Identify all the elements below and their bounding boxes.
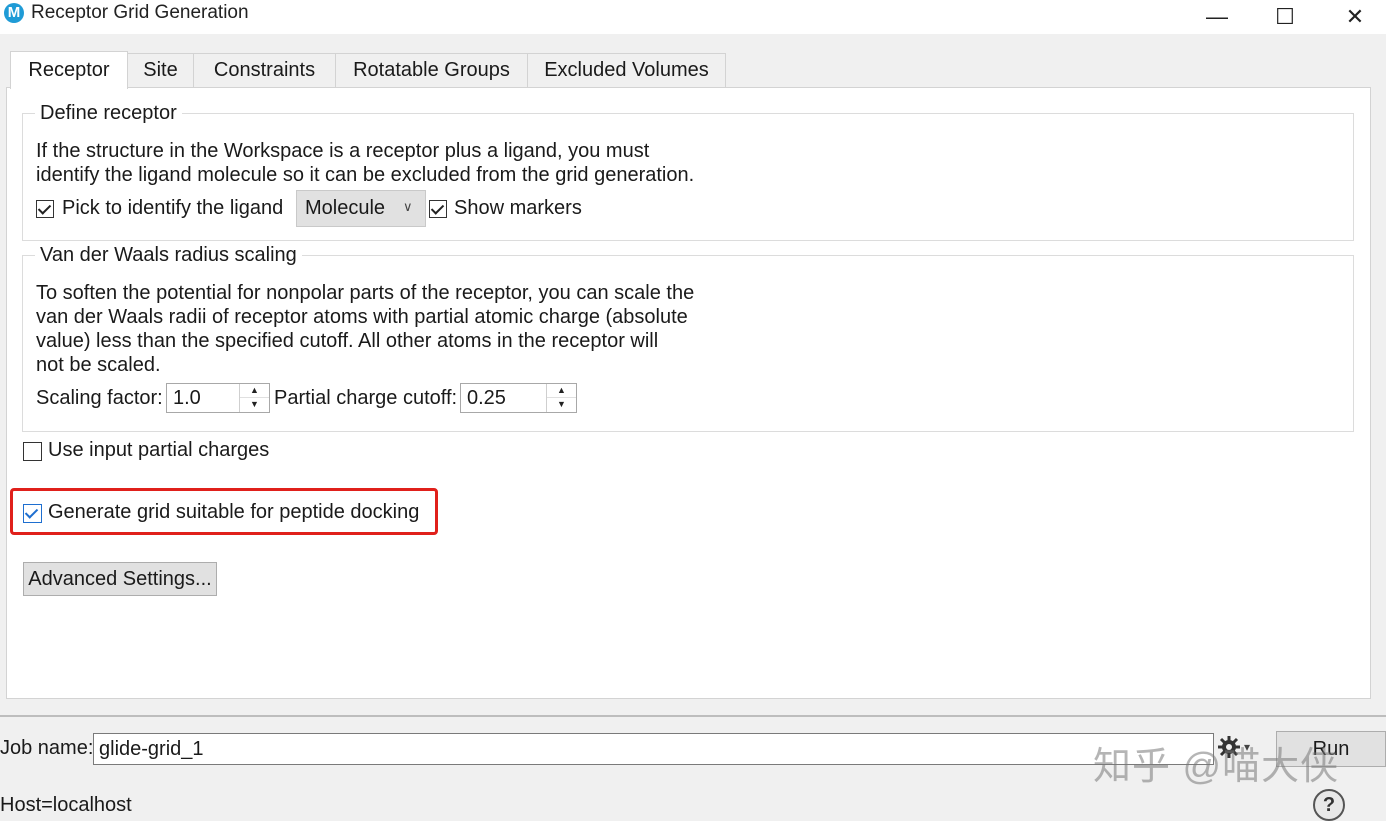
vdw-description-1: To soften the potential for nonpolar par… (36, 282, 695, 304)
scaling-factor-label: Scaling factor: (36, 387, 163, 409)
peptide-docking-checkbox[interactable] (23, 504, 42, 523)
tab-receptor[interactable]: Receptor (10, 51, 128, 89)
spin-down-icon[interactable]: ▼ (547, 398, 576, 412)
watermark: 知乎 @喵大侠 (1093, 746, 1340, 788)
pick-ligand-label: Pick to identify the ligand (62, 197, 284, 219)
vdw-description-3: value) less than the specified cutoff. A… (36, 330, 659, 352)
help-button[interactable]: ? (1313, 789, 1345, 821)
tab-constraints[interactable]: Constraints (193, 53, 336, 87)
scaling-factor-value: 1.0 (173, 387, 201, 409)
define-receptor-description-1: If the structure in the Workspace is a r… (36, 140, 650, 162)
spin-up-icon[interactable]: ▲ (547, 384, 576, 398)
tab-label: Receptor (28, 59, 110, 81)
pick-mode-select[interactable]: Molecule ∨ (296, 190, 426, 227)
window-title: Receptor Grid Generation (31, 2, 249, 23)
define-receptor-description-2: identify the ligand molecule so it can b… (36, 164, 695, 186)
tab-label: Rotatable Groups (353, 59, 510, 81)
define-receptor-title: Define receptor (35, 102, 182, 125)
tab-excluded-volumes[interactable]: Excluded Volumes (527, 53, 726, 87)
job-name-label: Job name: (0, 737, 94, 759)
show-markers-checkbox[interactable] (429, 200, 447, 218)
partial-charge-cutoff-spinbox[interactable]: 0.25 ▲ ▼ (460, 383, 577, 413)
help-icon: ? (1322, 793, 1336, 816)
tab-rotatable-groups[interactable]: Rotatable Groups (335, 53, 528, 87)
vdw-description-2: van der Waals radii of receptor atoms wi… (36, 306, 688, 328)
spin-buttons: ▲ ▼ (546, 384, 576, 412)
tab-label: Excluded Volumes (544, 59, 709, 81)
use-input-partial-charges-label: Use input partial charges (48, 439, 270, 461)
tab-site[interactable]: Site (127, 53, 194, 87)
minimize-button[interactable]: — (1182, 0, 1252, 34)
scaling-factor-spinbox[interactable]: 1.0 ▲ ▼ (166, 383, 270, 413)
spin-buttons: ▲ ▼ (239, 384, 269, 412)
peptide-docking-label: Generate grid suitable for peptide docki… (48, 501, 420, 523)
spin-up-icon[interactable]: ▲ (240, 384, 269, 398)
maximize-button[interactable]: ☐ (1250, 0, 1320, 34)
host-text: Host=localhost (0, 794, 132, 816)
show-markers-label: Show markers (454, 197, 582, 219)
minimize-icon: — (1206, 4, 1228, 29)
chevron-down-icon: ∨ (403, 199, 413, 214)
partial-charge-cutoff-label: Partial charge cutoff: (274, 387, 458, 409)
title-bar: M Receptor Grid Generation — ☐ ✕ (0, 0, 1386, 34)
close-icon: ✕ (1345, 4, 1365, 29)
app-icon: M (4, 3, 24, 23)
maximize-icon: ☐ (1275, 4, 1295, 29)
job-name-value: glide-grid_1 (99, 738, 204, 760)
job-name-input[interactable]: glide-grid_1 (93, 733, 1214, 765)
vdw-description-4: not be scaled. (36, 354, 161, 376)
pick-mode-value: Molecule (305, 197, 386, 219)
spin-down-icon[interactable]: ▼ (240, 398, 269, 412)
advanced-settings-button[interactable]: Advanced Settings... (23, 562, 217, 596)
advanced-settings-label: Advanced Settings... (28, 567, 212, 590)
tab-label: Constraints (213, 59, 316, 81)
close-button[interactable]: ✕ (1320, 0, 1386, 34)
use-input-partial-charges-checkbox[interactable] (23, 442, 42, 461)
partial-charge-cutoff-value: 0.25 (467, 387, 506, 409)
tab-label: Site (143, 59, 178, 81)
pick-ligand-checkbox[interactable] (36, 200, 54, 218)
footer-divider (0, 715, 1386, 717)
vdw-scaling-title: Van der Waals radius scaling (35, 244, 302, 267)
